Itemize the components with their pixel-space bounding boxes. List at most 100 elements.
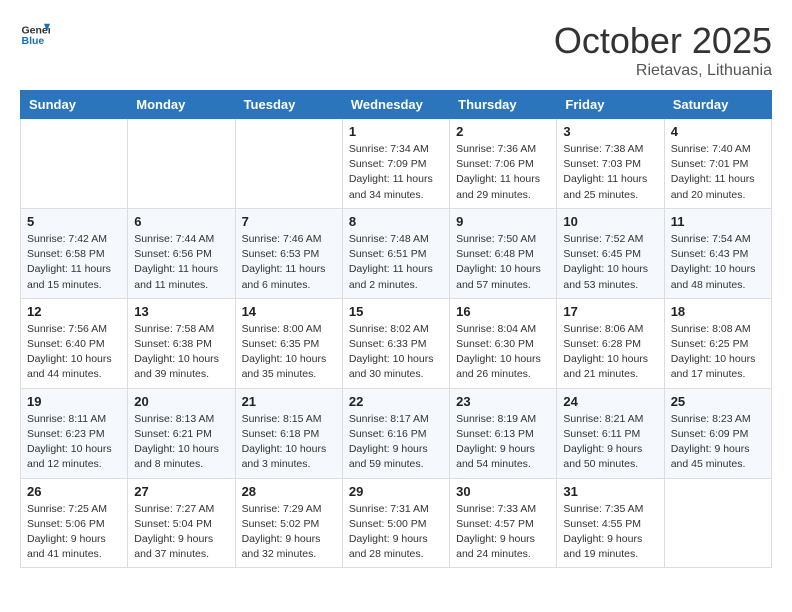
day-info: Sunrise: 7:33 AM Sunset: 4:57 PM Dayligh…	[456, 502, 550, 563]
calendar-header-row: SundayMondayTuesdayWednesdayThursdayFrid…	[21, 91, 772, 119]
logo-icon: General Blue	[20, 20, 50, 50]
day-info: Sunrise: 8:06 AM Sunset: 6:28 PM Dayligh…	[563, 322, 657, 383]
calendar-week-row: 26 Sunrise: 7:25 AM Sunset: 5:06 PM Dayli…	[21, 478, 772, 568]
day-info: Sunrise: 7:25 AM Sunset: 5:06 PM Dayligh…	[27, 502, 121, 563]
calendar-week-row: 1 Sunrise: 7:34 AM Sunset: 7:09 PM Daylig…	[21, 119, 772, 209]
calendar-week-row: 19 Sunrise: 8:11 AM Sunset: 6:23 PM Dayli…	[21, 388, 772, 478]
day-info: Sunrise: 7:42 AM Sunset: 6:58 PM Dayligh…	[27, 232, 121, 293]
day-number: 19	[27, 394, 121, 409]
day-number: 12	[27, 304, 121, 319]
day-number: 1	[349, 124, 443, 139]
day-number: 16	[456, 304, 550, 319]
day-number: 28	[242, 484, 336, 499]
day-info: Sunrise: 7:35 AM Sunset: 4:55 PM Dayligh…	[563, 502, 657, 563]
day-number: 30	[456, 484, 550, 499]
day-info: Sunrise: 7:40 AM Sunset: 7:01 PM Dayligh…	[671, 142, 765, 203]
day-number: 14	[242, 304, 336, 319]
calendar-cell: 27Sunrise: 7:27 AM Sunset: 5:04 PM Dayli…	[128, 478, 235, 568]
day-number: 5	[27, 214, 121, 229]
day-number: 31	[563, 484, 657, 499]
calendar-cell: 25 Sunrise: 8:23 AM Sunset: 6:09 PM Dayli…	[664, 388, 771, 478]
calendar-cell: 11Sunrise: 7:54 AM Sunset: 6:43 PM Dayli…	[664, 208, 771, 298]
day-number: 4	[671, 124, 765, 139]
day-of-week-header: Saturday	[664, 91, 771, 119]
day-number: 3	[563, 124, 657, 139]
calendar-cell: 26 Sunrise: 7:25 AM Sunset: 5:06 PM Dayli…	[21, 478, 128, 568]
day-number: 23	[456, 394, 550, 409]
day-info: Sunrise: 8:15 AM Sunset: 6:18 PM Dayligh…	[242, 412, 336, 473]
day-info: Sunrise: 7:56 AM Sunset: 6:40 PM Dayligh…	[27, 322, 121, 383]
day-info: Sunrise: 8:00 AM Sunset: 6:35 PM Dayligh…	[242, 322, 336, 383]
day-of-week-header: Monday	[128, 91, 235, 119]
day-info: Sunrise: 8:23 AM Sunset: 6:09 PM Dayligh…	[671, 412, 765, 473]
calendar-cell: 9 Sunrise: 7:50 AM Sunset: 6:48 PM Daylig…	[450, 208, 557, 298]
calendar-cell: 4 Sunrise: 7:40 AM Sunset: 7:01 PM Daylig…	[664, 119, 771, 209]
day-info: Sunrise: 7:52 AM Sunset: 6:45 PM Dayligh…	[563, 232, 657, 293]
calendar-cell: 14 Sunrise: 8:00 AM Sunset: 6:35 PM Dayli…	[235, 298, 342, 388]
calendar-week-row: 5 Sunrise: 7:42 AM Sunset: 6:58 PM Daylig…	[21, 208, 772, 298]
calendar-cell: 3 Sunrise: 7:38 AM Sunset: 7:03 PM Daylig…	[557, 119, 664, 209]
logo: General Blue	[20, 20, 50, 50]
svg-text:Blue: Blue	[22, 35, 45, 47]
calendar-cell: 21Sunrise: 8:15 AM Sunset: 6:18 PM Dayli…	[235, 388, 342, 478]
day-number: 17	[563, 304, 657, 319]
calendar-table: SundayMondayTuesdayWednesdayThursdayFrid…	[20, 90, 772, 568]
day-info: Sunrise: 7:29 AM Sunset: 5:02 PM Dayligh…	[242, 502, 336, 563]
day-info: Sunrise: 7:46 AM Sunset: 6:53 PM Dayligh…	[242, 232, 336, 293]
day-info: Sunrise: 7:54 AM Sunset: 6:43 PM Dayligh…	[671, 232, 765, 293]
day-info: Sunrise: 7:50 AM Sunset: 6:48 PM Dayligh…	[456, 232, 550, 293]
calendar-cell: 15 Sunrise: 8:02 AM Sunset: 6:33 PM Dayli…	[342, 298, 449, 388]
day-number: 24	[563, 394, 657, 409]
calendar-cell	[21, 119, 128, 209]
calendar-cell: 28 Sunrise: 7:29 AM Sunset: 5:02 PM Dayli…	[235, 478, 342, 568]
calendar-cell: 23Sunrise: 8:19 AM Sunset: 6:13 PM Dayli…	[450, 388, 557, 478]
day-number: 13	[134, 304, 228, 319]
day-info: Sunrise: 8:11 AM Sunset: 6:23 PM Dayligh…	[27, 412, 121, 473]
calendar-cell: 10Sunrise: 7:52 AM Sunset: 6:45 PM Dayli…	[557, 208, 664, 298]
day-info: Sunrise: 8:13 AM Sunset: 6:21 PM Dayligh…	[134, 412, 228, 473]
day-of-week-header: Tuesday	[235, 91, 342, 119]
day-number: 7	[242, 214, 336, 229]
day-of-week-header: Wednesday	[342, 91, 449, 119]
calendar-cell: 24Sunrise: 8:21 AM Sunset: 6:11 PM Dayli…	[557, 388, 664, 478]
day-number: 18	[671, 304, 765, 319]
day-of-week-header: Sunday	[21, 91, 128, 119]
day-info: Sunrise: 7:48 AM Sunset: 6:51 PM Dayligh…	[349, 232, 443, 293]
calendar-cell	[235, 119, 342, 209]
calendar-cell: 1 Sunrise: 7:34 AM Sunset: 7:09 PM Daylig…	[342, 119, 449, 209]
calendar-cell	[664, 478, 771, 568]
calendar-cell: 31 Sunrise: 7:35 AM Sunset: 4:55 PM Dayli…	[557, 478, 664, 568]
day-number: 9	[456, 214, 550, 229]
calendar-cell: 16Sunrise: 8:04 AM Sunset: 6:30 PM Dayli…	[450, 298, 557, 388]
page-header: General Blue October 2025 Rietavas, Lith…	[20, 20, 772, 80]
day-number: 8	[349, 214, 443, 229]
calendar-cell: 6Sunrise: 7:44 AM Sunset: 6:56 PM Daylig…	[128, 208, 235, 298]
calendar-cell: 20Sunrise: 8:13 AM Sunset: 6:21 PM Dayli…	[128, 388, 235, 478]
day-info: Sunrise: 7:36 AM Sunset: 7:06 PM Dayligh…	[456, 142, 550, 203]
day-info: Sunrise: 8:08 AM Sunset: 6:25 PM Dayligh…	[671, 322, 765, 383]
day-info: Sunrise: 7:34 AM Sunset: 7:09 PM Dayligh…	[349, 142, 443, 203]
day-info: Sunrise: 7:27 AM Sunset: 5:04 PM Dayligh…	[134, 502, 228, 563]
calendar-cell: 18 Sunrise: 8:08 AM Sunset: 6:25 PM Dayli…	[664, 298, 771, 388]
calendar-cell: 19 Sunrise: 8:11 AM Sunset: 6:23 PM Dayli…	[21, 388, 128, 478]
calendar-cell: 12 Sunrise: 7:56 AM Sunset: 6:40 PM Dayli…	[21, 298, 128, 388]
day-info: Sunrise: 7:38 AM Sunset: 7:03 PM Dayligh…	[563, 142, 657, 203]
day-number: 25	[671, 394, 765, 409]
day-of-week-header: Thursday	[450, 91, 557, 119]
title-block: October 2025 Rietavas, Lithuania	[554, 20, 772, 80]
day-info: Sunrise: 7:58 AM Sunset: 6:38 PM Dayligh…	[134, 322, 228, 383]
calendar-cell: 8 Sunrise: 7:48 AM Sunset: 6:51 PM Daylig…	[342, 208, 449, 298]
day-of-week-header: Friday	[557, 91, 664, 119]
calendar-cell: 29Sunrise: 7:31 AM Sunset: 5:00 PM Dayli…	[342, 478, 449, 568]
day-number: 22	[349, 394, 443, 409]
day-number: 26	[27, 484, 121, 499]
day-number: 15	[349, 304, 443, 319]
calendar-cell: 22Sunrise: 8:17 AM Sunset: 6:16 PM Dayli…	[342, 388, 449, 478]
day-info: Sunrise: 8:02 AM Sunset: 6:33 PM Dayligh…	[349, 322, 443, 383]
calendar-cell	[128, 119, 235, 209]
day-info: Sunrise: 7:31 AM Sunset: 5:00 PM Dayligh…	[349, 502, 443, 563]
calendar-week-row: 12 Sunrise: 7:56 AM Sunset: 6:40 PM Dayli…	[21, 298, 772, 388]
calendar-cell: 2Sunrise: 7:36 AM Sunset: 7:06 PM Daylig…	[450, 119, 557, 209]
calendar-cell: 17 Sunrise: 8:06 AM Sunset: 6:28 PM Dayli…	[557, 298, 664, 388]
month-title: October 2025	[554, 20, 772, 62]
